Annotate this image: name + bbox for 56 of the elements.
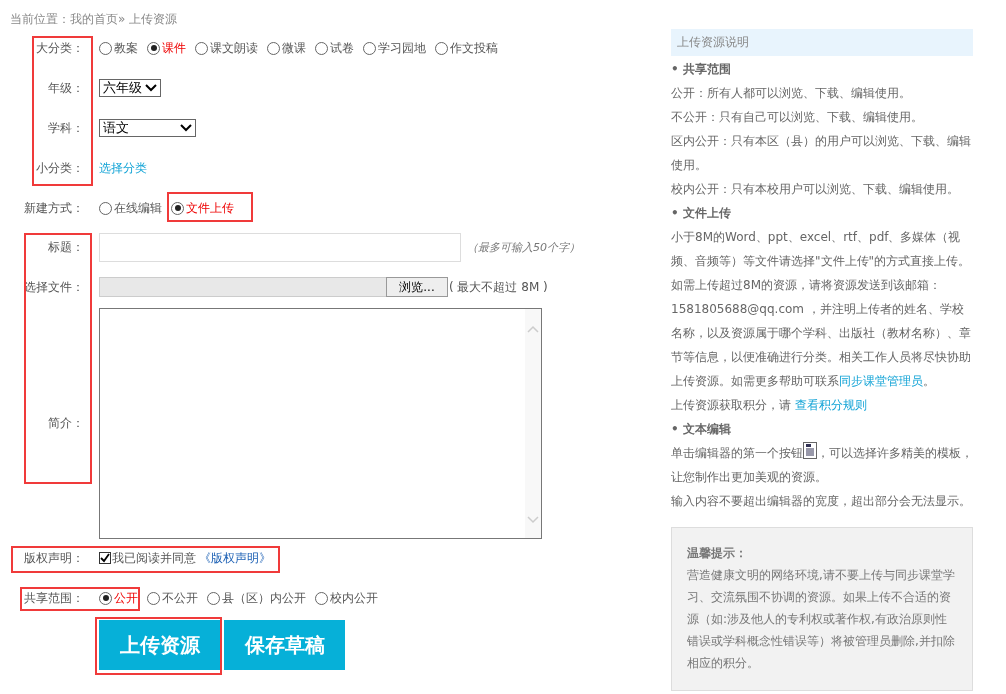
file-path-field[interactable] xyxy=(99,277,386,297)
title-input[interactable] xyxy=(99,232,461,262)
scroll-up-icon[interactable] xyxy=(527,325,539,333)
tips-text: 营造健康文明的网络环境,请不要上传与同步课堂学习、交流氛围不协调的资源。如果上传不合适的资源（如:涉及他人的专利权或著作权,有政治原则性错误或学科概念性错误等）将被管理员删除,并扣除相应的积分。 xyxy=(687,567,956,672)
share-radio[interactable]: 不公开 xyxy=(147,589,198,607)
field-label: 小分类： xyxy=(35,159,84,177)
help-text: 校内公开：只有本校用户可以浏览、下载、编辑使用。 xyxy=(671,181,960,198)
help-text: 上传资源获取积分，请 查看积分规则 xyxy=(671,397,868,414)
summary-textarea[interactable] xyxy=(99,308,542,539)
help-text: 输入内容不要超出编辑器的宽度，超出部分会无法显示。 xyxy=(671,493,972,510)
field-label: 年级： xyxy=(47,79,84,97)
help-text: 单击编辑器的第一个按钮 ，可以选择许多精美的模板，让您制作出更加美观的资源。 xyxy=(671,441,973,489)
share-radio[interactable]: 校内公开 xyxy=(315,589,378,607)
field-label: 简介： xyxy=(47,415,84,432)
help-text: 区内公开：只有本区（县）的用户可以浏览、下载、编辑使用。 xyxy=(671,133,972,174)
field-label: 选择文件： xyxy=(23,278,84,296)
category-radio[interactable]: 学习园地 xyxy=(363,39,426,57)
grade-select[interactable]: 六年级 xyxy=(99,79,161,97)
category-radio[interactable]: 微课 xyxy=(267,39,306,57)
document-icon xyxy=(803,442,817,459)
check-icon xyxy=(100,553,110,563)
scroll-down-icon[interactable] xyxy=(527,516,539,524)
scrollbar[interactable] xyxy=(525,309,541,538)
share-radio[interactable]: 县（区）内公开 xyxy=(207,589,306,607)
category-radio[interactable]: 教案 xyxy=(99,39,138,57)
hint-text: （最多可输入50个字） xyxy=(467,239,580,255)
help-text: 公开：所有人都可以浏览、下载、编辑使用。 xyxy=(671,85,912,102)
category-radio[interactable]: 课件 xyxy=(147,39,186,57)
breadcrumb: 当前位置：我的首页» 上传资源 xyxy=(10,11,179,28)
category-radio[interactable]: 课文朗读 xyxy=(195,39,258,57)
agree-checkbox[interactable]: 我已阅读并同意 xyxy=(99,549,196,567)
mode-radio[interactable]: 文件上传 xyxy=(171,199,234,217)
field-label: 大分类： xyxy=(35,39,84,57)
help-header: 上传资源说明 xyxy=(671,29,973,56)
tips-title: 温馨提示： xyxy=(687,545,748,562)
help-text: 不公开：只有自己可以浏览、下载、编辑使用。 xyxy=(671,109,924,126)
field-label: 标题： xyxy=(47,238,84,256)
help-text: 小于8M的Word、ppt、excel、rtf、pdf、多媒体（视频、音频等）等文件请选择"文件上传"的方式直接上传。 xyxy=(671,229,972,270)
subject-select[interactable]: 语文 xyxy=(99,119,196,137)
help-heading: • 共享范围 xyxy=(671,61,732,78)
category-radio[interactable]: 作文投稿 xyxy=(435,39,498,57)
category-radio[interactable]: 试卷 xyxy=(315,39,354,57)
share-radio[interactable]: 公开 xyxy=(99,589,138,607)
field-label: 共享范围： xyxy=(23,589,84,607)
browse-button[interactable]: 浏览... xyxy=(386,277,448,297)
help-text: 如需上传超过8M的资源，请将资源发送到该邮箱：1581805688@qq.com ，并注明上传者的姓名、学校名称，以及资源属于哪个学科、出版社（教材名称）、章节等信息，以便准确进行分类。相关工作人员将尽快协助上传资源。如需更多帮助可联系同步课堂管理员。 xyxy=(671,277,972,390)
hint-text: ( 最大不超过 8M ) xyxy=(449,278,548,296)
caret-icon xyxy=(145,84,157,92)
copyright-link[interactable]: 《版权声明》 xyxy=(199,549,271,567)
help-heading: • 文本编辑 xyxy=(671,421,732,438)
field-label: 学科： xyxy=(47,119,84,137)
field-label: 版权声明： xyxy=(23,549,84,567)
field-label: 新建方式： xyxy=(23,199,84,217)
mode-radio[interactable]: 在线编辑 xyxy=(99,199,162,217)
caret-icon xyxy=(180,124,192,132)
help-heading: • 文件上传 xyxy=(671,205,732,222)
